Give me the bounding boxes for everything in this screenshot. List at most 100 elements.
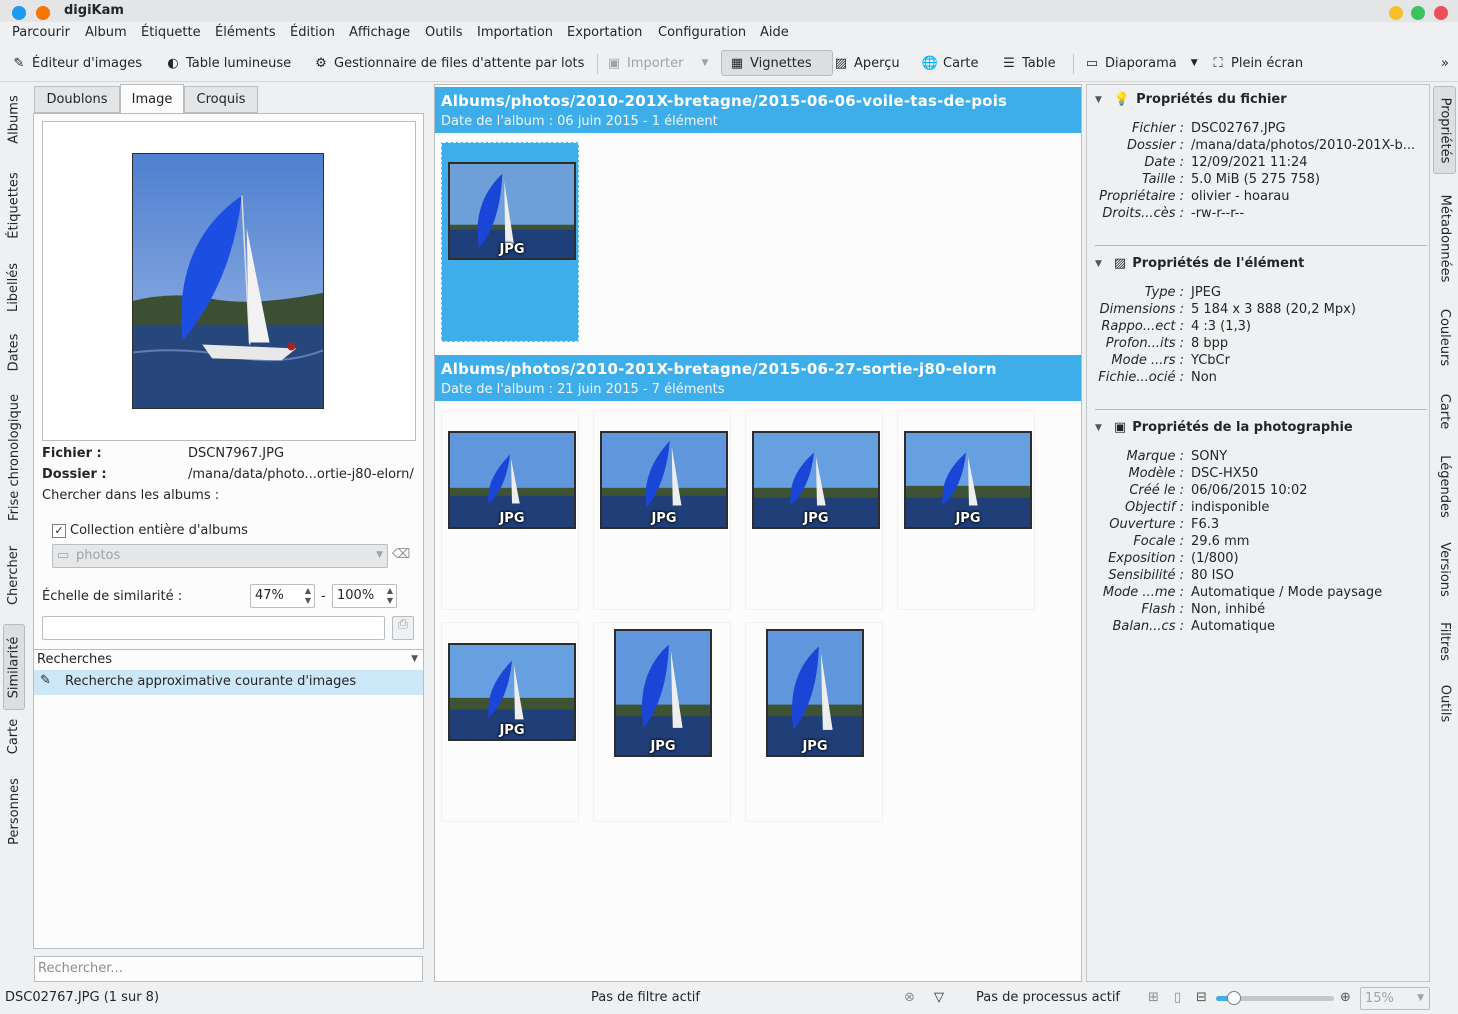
sidebar-tab-albums[interactable]: Albums <box>3 86 25 152</box>
spin-arrows-icon[interactable]: ▲ ▼ <box>387 586 393 606</box>
menu-etiquette[interactable]: Étiquette <box>141 25 201 40</box>
globe-icon: 🌐 <box>921 55 939 71</box>
thumbnail-item[interactable]: JPG <box>593 410 731 610</box>
close-button[interactable] <box>1434 6 1448 20</box>
import-button[interactable]: ▣ Importer ▼ <box>605 50 709 76</box>
property-value: 5.0 MiB (5 275 758) <box>1191 172 1320 187</box>
light-table-button[interactable]: ◐ Table lumineuse <box>164 50 291 76</box>
tab-doublons[interactable]: Doublons <box>34 86 120 113</box>
fullscreen-button[interactable]: ⛶ Plein écran <box>1209 50 1303 76</box>
sidebar-tab-etiquettes[interactable]: Étiquettes <box>3 158 25 252</box>
save-search-button[interactable]: ⎙ <box>392 616 414 640</box>
sidebar-tab-metadata[interactable]: Métadonnées <box>1433 188 1456 288</box>
property-value: DSC-HX50 <box>1191 466 1259 481</box>
menu-configuration[interactable]: Configuration <box>658 25 746 40</box>
toolbar-separator <box>597 54 598 74</box>
similarity-panel: Doublons Image Croquis Fichier : DSCN796… <box>33 84 424 984</box>
image-editor-button[interactable]: ✎ Éditeur d'images <box>10 50 142 76</box>
whole-collection-checkbox[interactable]: ✓ <box>52 524 66 538</box>
sidebar-tab-map[interactable]: Carte <box>3 714 25 758</box>
searches-header[interactable]: Recherches <box>37 652 112 667</box>
chevron-down-icon: ▼ <box>1095 422 1102 433</box>
table-button[interactable]: ☰ Table <box>1000 50 1055 76</box>
property-value: indisponible <box>1191 500 1270 515</box>
light-table-icon: ◐ <box>167 55 179 71</box>
file-type-label: JPG <box>651 511 677 526</box>
item-properties-header[interactable]: ▼ ▨ Propriétés de l'élément <box>1095 256 1304 271</box>
sidebar-tab-captions[interactable]: Légendes <box>1433 450 1456 522</box>
maximize-button[interactable] <box>1411 6 1425 20</box>
chevron-down-icon[interactable]: ▼ <box>411 654 418 664</box>
scale-separator: - <box>321 589 326 604</box>
zoom-slider[interactable] <box>1216 991 1334 1005</box>
search-item-current[interactable]: ✎ Recherche approximative courante d'ima… <box>34 670 423 695</box>
menu-edition[interactable]: Édition <box>290 25 335 40</box>
photo-properties-header[interactable]: ▼ ▣ Propriétés de la photographie <box>1095 420 1353 435</box>
similarity-min-spinbox[interactable]: 47% ▲ ▼ <box>250 584 315 608</box>
sidebar-tab-versions[interactable]: Versions <box>1433 540 1456 598</box>
zoom-in-icon[interactable]: ⊕ <box>1340 990 1351 1005</box>
menu-parcourir[interactable]: Parcourir <box>12 25 70 40</box>
divider <box>1095 409 1427 410</box>
thumbnail-item[interactable]: JPG <box>745 410 883 610</box>
menu-affichage[interactable]: Affichage <box>349 25 410 40</box>
similarity-scale-label: Échelle de similarité : <box>42 589 183 604</box>
sidebar-tab-colors[interactable]: Couleurs <box>1433 306 1456 368</box>
menu-importation[interactable]: Importation <box>477 25 553 40</box>
sidebar-tab-similarity[interactable]: Similarité <box>3 624 25 710</box>
sidebar-tab-timeline[interactable]: Frise chronologique <box>3 388 25 526</box>
sidebar-tab-libelles[interactable]: Libellés <box>3 250 25 324</box>
sidebar-tab-filters[interactable]: Filtres <box>1433 618 1456 664</box>
sidebar-search-input[interactable]: Rechercher... <box>34 956 423 982</box>
property-value: 4 :3 (1,3) <box>1191 319 1252 334</box>
file-properties-header[interactable]: ▼ 💡 Propriétés du fichier <box>1095 92 1287 107</box>
thumbnail-item[interactable]: JPG <box>441 410 579 610</box>
minimize-button[interactable] <box>1389 6 1403 20</box>
sidebar-tab-properties[interactable]: Propriétés <box>1433 86 1456 174</box>
menu-outils[interactable]: Outils <box>425 25 463 40</box>
clear-selection-icon[interactable]: ⌫ <box>392 547 410 562</box>
chevron-down-icon: ▼ <box>1417 993 1424 1003</box>
thumbnail-item-selected[interactable]: JPG <box>441 142 579 342</box>
property-key: Ouverture : <box>1109 517 1184 532</box>
thumbnail-item[interactable]: JPG <box>745 622 883 822</box>
album-select[interactable]: ▭ photos ▼ <box>52 544 388 568</box>
search-name-input[interactable] <box>42 616 385 640</box>
batch-queue-button[interactable]: ⚙ Gestionnaire de files d'attente par lot… <box>312 50 584 76</box>
thumbnail-item[interactable]: JPG <box>593 622 731 822</box>
reference-image-frame[interactable] <box>42 121 416 441</box>
toolbar-overflow-button[interactable]: » <box>1441 50 1449 76</box>
chevron-down-icon: ▼ <box>1095 258 1102 269</box>
property-key: Sensibilité : <box>1108 568 1184 583</box>
filter-icon[interactable]: ▽ <box>934 990 944 1005</box>
sidebar-tab-search[interactable]: Chercher <box>3 540 25 610</box>
thumbnails-button[interactable]: ▦ Vignettes <box>721 50 833 76</box>
folder-label: Dossier : <box>42 467 107 482</box>
fit-window-icon[interactable]: ⊞ <box>1148 990 1159 1005</box>
zoom-100-icon[interactable]: ▯ <box>1174 990 1181 1005</box>
menu-exportation[interactable]: Exportation <box>567 25 642 40</box>
zoom-out-icon[interactable]: ⊟ <box>1196 990 1207 1005</box>
thumbnail-image: JPG <box>766 629 864 757</box>
sidebar-tab-people[interactable]: Personnes <box>3 774 25 848</box>
zoom-level-combo[interactable]: 15% ▼ <box>1360 987 1430 1010</box>
sidebar-tab-dates[interactable]: Dates <box>3 324 25 380</box>
menu-album[interactable]: Album <box>85 25 127 40</box>
map-button[interactable]: 🌐 Carte <box>921 50 979 76</box>
clear-filter-icon[interactable]: ⊗ <box>904 990 915 1005</box>
tab-image[interactable]: Image <box>120 84 184 114</box>
spin-arrows-icon[interactable]: ▲ ▼ <box>305 586 311 606</box>
property-key: Mode ...me : <box>1102 585 1184 600</box>
tab-croquis[interactable]: Croquis <box>184 86 258 113</box>
zoom-slider-handle[interactable] <box>1226 991 1241 1005</box>
preview-button[interactable]: ▨ Aperçu <box>832 50 900 76</box>
thumbnail-item[interactable]: JPG <box>441 622 579 822</box>
sidebar-tab-tools[interactable]: Outils <box>1433 682 1456 724</box>
slideshow-button[interactable]: ▭ Diaporama ▼ <box>1083 50 1198 76</box>
sidebar-tab-map-right[interactable]: Carte <box>1433 390 1456 432</box>
thumbnail-item[interactable]: JPG <box>897 410 1035 610</box>
menu-elements[interactable]: Éléments <box>215 25 276 40</box>
similarity-max-spinbox[interactable]: 100% ▲ ▼ <box>332 584 397 608</box>
menu-aide[interactable]: Aide <box>760 25 789 40</box>
thumbnail-view[interactable]: Albums/photos/2010-201X-bretagne/2015-06… <box>434 84 1082 982</box>
